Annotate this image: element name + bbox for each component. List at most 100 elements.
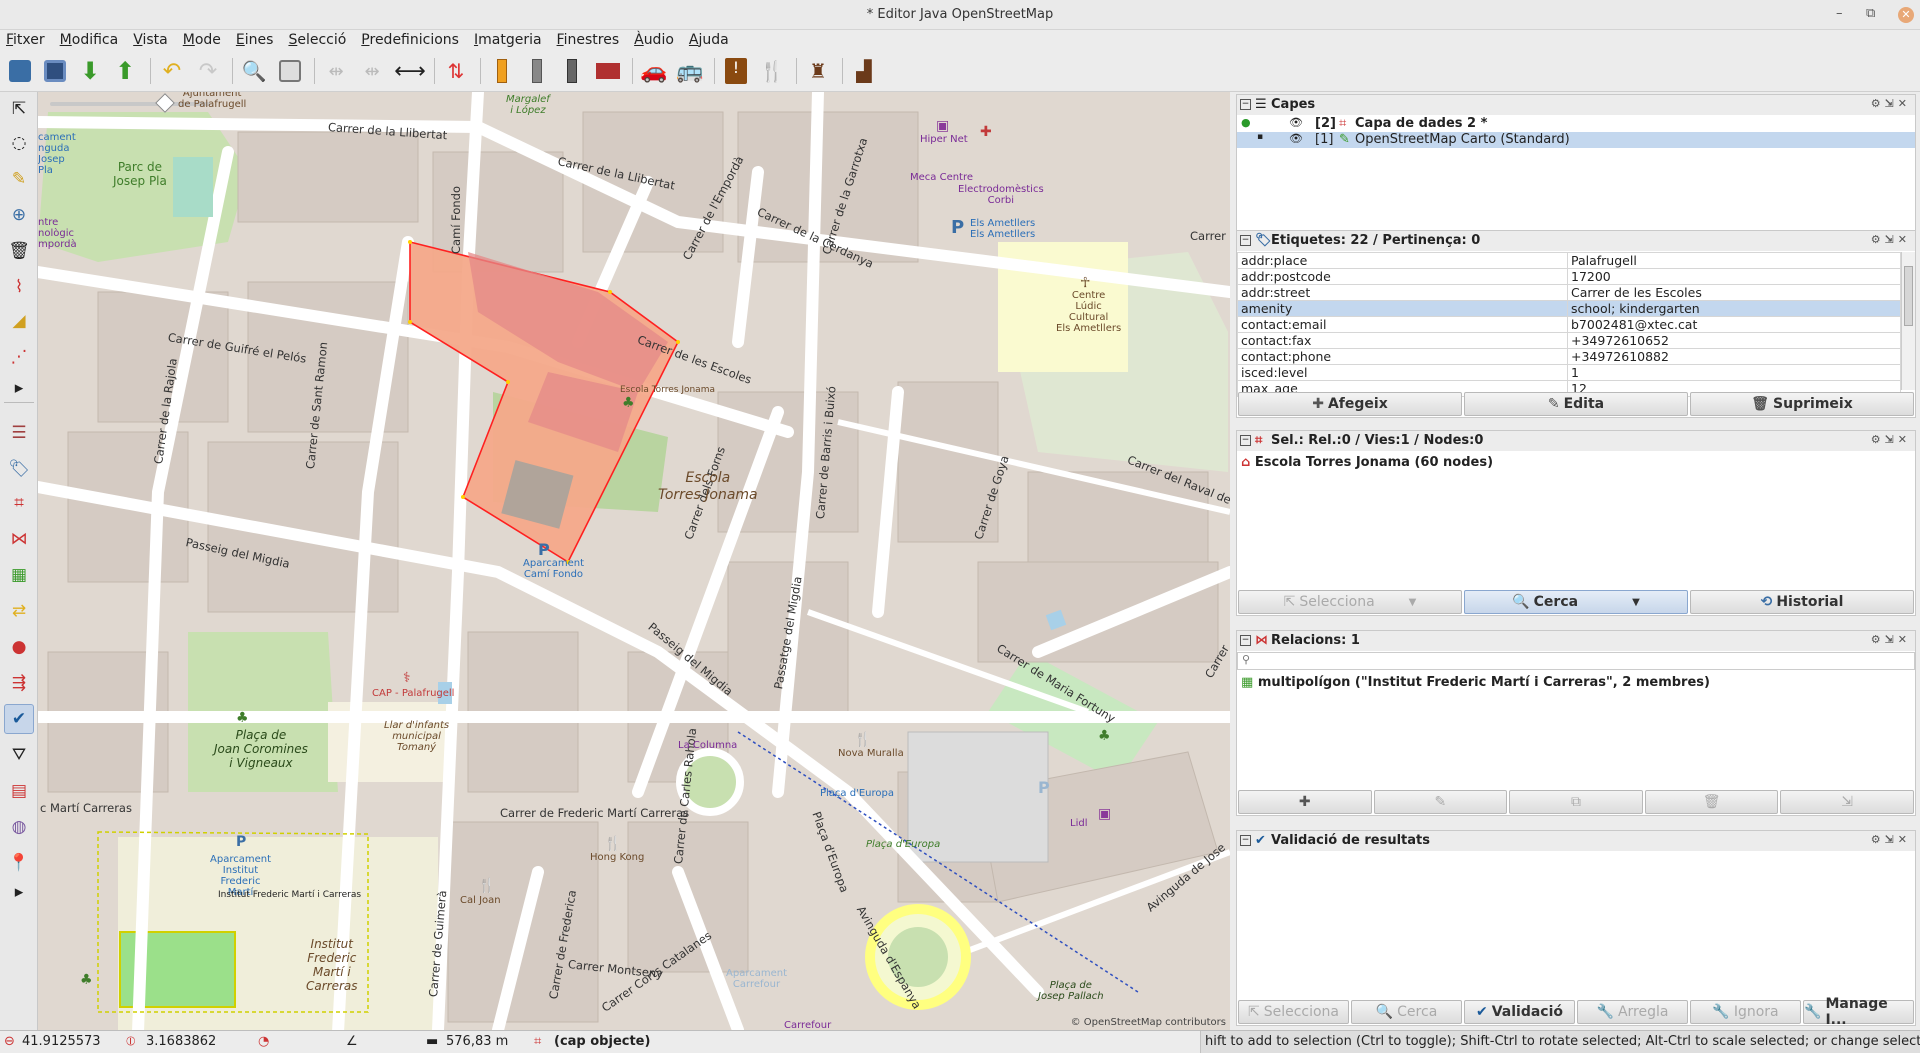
menu-selection[interactable]: Selecció xyxy=(288,30,346,48)
relations-toggle-icon[interactable]: ⋈ xyxy=(4,524,34,554)
barrier-preset-icon[interactable] xyxy=(592,56,624,86)
map-style-icon[interactable]: ◍ xyxy=(4,812,34,842)
reverse-way-icon[interactable]: ⟷ xyxy=(394,56,426,86)
filter-icon[interactable]: ⛛ xyxy=(4,740,34,770)
minimize-button[interactable]: – xyxy=(1836,6,1843,21)
align-line-icon[interactable]: ⇹ xyxy=(320,56,352,86)
tag-value[interactable]: +34972610882 xyxy=(1567,348,1901,365)
road2-preset-icon[interactable] xyxy=(521,56,553,86)
zoom-mode-icon[interactable]: ⊕ xyxy=(4,200,34,230)
tag-value[interactable]: Carrer de les Escoles xyxy=(1567,284,1901,301)
select-relation-members-button[interactable]: ⇲ xyxy=(1780,790,1914,814)
tag-value[interactable]: +34972610652 xyxy=(1567,332,1901,349)
delete-tag-button[interactable]: 🗑 Suprimeix xyxy=(1690,392,1914,416)
tag-row[interactable]: addr:place Palafrugell xyxy=(1237,252,1901,269)
layers-dialog-header[interactable]: − ☰ Capes ⚙⇲✕ xyxy=(1237,95,1915,115)
notes-icon[interactable]: 📍 xyxy=(4,848,34,878)
tag-key[interactable]: addr:place xyxy=(1237,252,1568,269)
tag-key[interactable]: addr:street xyxy=(1237,284,1568,301)
menu-view[interactable]: Vista xyxy=(133,30,168,48)
expand-toggles-icon[interactable]: ▸ xyxy=(4,882,34,902)
dialog-window-controls[interactable]: ⚙⇲✕ xyxy=(1871,833,1911,846)
improve-way-icon[interactable]: ⌇ xyxy=(4,272,34,302)
layer-row[interactable]: ● 👁 [2] ⌗ Capa de dades 2 * xyxy=(1237,116,1915,132)
bus-preset-icon[interactable]: 🚌 xyxy=(674,56,706,86)
castle-preset-icon[interactable]: ♜ xyxy=(802,56,834,86)
close-button[interactable]: ✕ xyxy=(1898,7,1914,23)
split-way-icon[interactable]: ⇹ xyxy=(356,56,388,86)
add-relation-button[interactable]: ✚ xyxy=(1238,790,1372,814)
relations-dialog-header[interactable]: − ⋈ Relacions: 1 ⚙⇲✕ xyxy=(1237,631,1915,651)
tag-row[interactable]: contact:phone +34972610882 xyxy=(1237,348,1901,365)
traffic-preset-icon[interactable] xyxy=(556,56,588,86)
zoom-icon[interactable]: 🔍 xyxy=(238,56,270,86)
manage-ignored-button[interactable]: 🔧 Manage I... xyxy=(1803,996,1914,1028)
tag-value[interactable]: school; kindergarten xyxy=(1567,300,1901,317)
lasso-mode-icon[interactable]: ◌ xyxy=(4,128,34,158)
map-paint-icon[interactable]: ▦ xyxy=(4,560,34,590)
select-button[interactable]: ⇱ Selecciona ▼ xyxy=(1238,590,1462,614)
ignore-button[interactable]: 🔧 Ignora xyxy=(1690,1000,1801,1024)
collapse-icon[interactable]: − xyxy=(1240,435,1251,446)
tag-value[interactable]: 17200 xyxy=(1567,268,1901,285)
tag-row[interactable]: amenity school; kindergarten xyxy=(1237,300,1901,317)
collapse-icon[interactable]: − xyxy=(1240,835,1251,846)
tags-table[interactable]: addr:place Palafrugell addr:postcode 17200 a… xyxy=(1237,252,1901,397)
layer-row[interactable]: ▪ 👁 [1] ✎ OpenStreetMap Carto (Standard) xyxy=(1237,132,1915,148)
car-preset-icon[interactable]: 🚗 xyxy=(638,56,670,86)
upload-icon[interactable]: ⬆ xyxy=(109,56,141,86)
layer-opacity-icon[interactable]: ▪ xyxy=(1257,132,1263,142)
dialog-window-controls[interactable]: ⚙⇲✕ xyxy=(1871,233,1911,246)
edit-relation-button[interactable]: ✎ xyxy=(1373,790,1508,814)
commands-icon[interactable]: ⇶ xyxy=(4,668,34,698)
save-icon[interactable] xyxy=(39,56,71,86)
active-layer-icon[interactable]: ● xyxy=(1241,116,1251,129)
maximize-button[interactable]: ⧉ xyxy=(1866,6,1875,21)
menu-file[interactable]: Fitxer xyxy=(6,30,45,48)
relation-list-item[interactable]: ▦ multipolígon ("Institut Frederic Martí… xyxy=(1241,675,1710,690)
tag-row[interactable]: addr:postcode 17200 xyxy=(1237,268,1901,285)
tag-row[interactable]: isced:level 1 xyxy=(1237,364,1901,381)
tags-scrollbar[interactable] xyxy=(1901,252,1915,390)
menu-windows[interactable]: Finestres xyxy=(557,30,620,48)
tag-row[interactable]: addr:street Carrer de les Escoles xyxy=(1237,284,1901,301)
changeset-icon[interactable]: ▤ xyxy=(4,776,34,806)
menu-tools[interactable]: Eines xyxy=(236,30,274,48)
extrude-icon[interactable]: ⋰ xyxy=(4,342,34,372)
duplicate-relation-button[interactable]: ⧉ xyxy=(1509,790,1643,814)
layers-toggle-icon[interactable]: ☰ xyxy=(4,418,34,448)
menu-audio[interactable]: Àudio xyxy=(634,30,674,48)
collapse-icon[interactable]: − xyxy=(1240,635,1251,646)
parallel-way-icon[interactable]: ◢ xyxy=(4,306,34,336)
menu-mode[interactable]: Mode xyxy=(183,30,221,48)
menu-edit[interactable]: Modifica xyxy=(60,30,119,48)
tag-key[interactable]: addr:postcode xyxy=(1237,268,1568,285)
preferences-icon[interactable] xyxy=(274,56,306,86)
download-icon[interactable]: ⬇ xyxy=(74,56,106,86)
selection-dialog-header[interactable]: − ⌗ Sel.: Rel.:0 / Vies:1 / Nodes:0 ⚙⇲✕ xyxy=(1237,431,1915,451)
one-way-icon[interactable]: ⇅ xyxy=(440,56,472,86)
conflict-icon[interactable]: ⇄ xyxy=(4,596,34,626)
search-button[interactable]: 🔍 Cerca ▼ xyxy=(1464,590,1688,614)
tag-row[interactable]: contact:fax +34972610652 xyxy=(1237,332,1901,349)
tag-value[interactable]: Palafrugell xyxy=(1567,252,1901,269)
map-attribution[interactable]: © OpenStreetMap contributors xyxy=(1071,1017,1226,1028)
authors-icon[interactable]: ● xyxy=(4,632,34,662)
edit-tag-button[interactable]: ✎ Edita xyxy=(1464,392,1688,416)
delete-mode-icon[interactable]: 🗑 xyxy=(4,236,34,266)
dialog-window-controls[interactable]: ⚙⇲✕ xyxy=(1871,433,1911,446)
scrollbar-thumb[interactable] xyxy=(1904,266,1913,326)
warning-preset-icon[interactable]: ! xyxy=(720,56,752,86)
menu-help[interactable]: Ajuda xyxy=(689,30,729,48)
selection-toggle-icon[interactable]: ⌗ xyxy=(4,488,34,518)
collapse-icon[interactable]: − xyxy=(1240,235,1251,246)
undo-icon[interactable]: ↶ xyxy=(156,56,188,86)
visibility-eye-icon[interactable]: 👁 xyxy=(1289,132,1303,145)
relation-filter-input[interactable]: ⚲ xyxy=(1237,652,1915,670)
history-button[interactable]: ⟲ Historial xyxy=(1690,590,1914,614)
tag-row[interactable]: contact:email b7002481@xtec.cat xyxy=(1237,316,1901,333)
open-file-icon[interactable] xyxy=(4,56,36,86)
add-tag-button[interactable]: ✚ Afegeix xyxy=(1238,392,1462,416)
industrial-preset-icon[interactable]: ▟ xyxy=(848,56,880,86)
menu-presets[interactable]: Predefinicions xyxy=(361,30,459,48)
